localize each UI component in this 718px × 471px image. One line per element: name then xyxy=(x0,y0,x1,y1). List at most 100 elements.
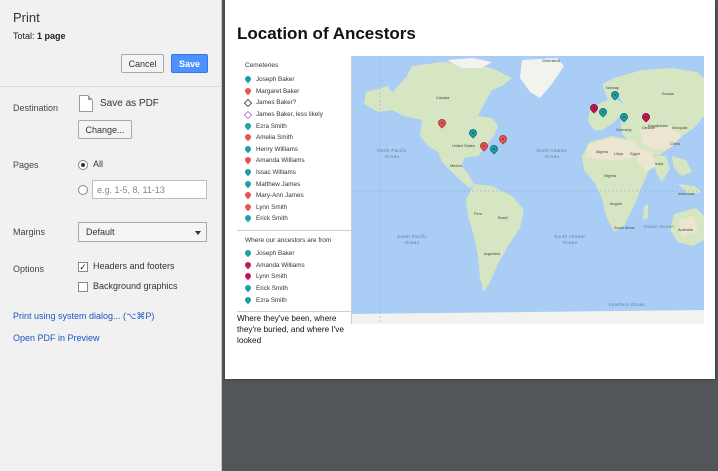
map-pin-icon xyxy=(245,123,251,130)
change-destination-button[interactable]: Change... xyxy=(78,120,132,139)
country-label: Mongolia xyxy=(672,126,688,130)
ocean-label: South Pacific Ocean xyxy=(396,234,428,245)
ocean-label: Indian Ocean xyxy=(643,224,675,229)
legend-item: Lynn Smith xyxy=(245,271,305,283)
world-map[interactable]: North Pacific Ocean North Atlantic Ocean… xyxy=(352,56,704,324)
legend-item-label: Joseph Baker xyxy=(256,250,295,258)
legend-item: Amelia Smith xyxy=(245,132,323,144)
country-label: China xyxy=(670,142,680,146)
total-label: Total: xyxy=(13,31,35,41)
cancel-button[interactable]: Cancel xyxy=(121,54,164,73)
ocean-label: South Atlantic Ocean xyxy=(554,234,586,245)
legend-list-origins: Joseph Baker Amanda Williams Lynn Smith Eri… xyxy=(245,248,305,306)
legend-item-label: Margaret Baker xyxy=(256,87,300,95)
pages-all-label: All xyxy=(93,159,104,169)
country-label: Libya xyxy=(614,152,624,156)
map-pin-icon xyxy=(245,215,251,222)
system-dialog-link[interactable]: Print using system dialog... (⌥⌘P) xyxy=(13,311,154,322)
pages-range-radio[interactable] xyxy=(78,185,88,195)
document-title: Location of Ancestors xyxy=(237,24,416,43)
pages-label: Pages xyxy=(13,160,39,170)
total-pages: Total: 1 page xyxy=(13,31,66,41)
country-label: Greenland xyxy=(542,59,560,63)
map-pin-icon xyxy=(245,88,251,95)
print-preview-page: Location of Ancestors Cemeteries Joseph … xyxy=(225,0,715,379)
map-pin-icon xyxy=(245,262,251,269)
legend-item: Joseph Baker xyxy=(245,74,323,86)
legend-item: Margaret Baker xyxy=(245,86,323,98)
map-pin-icon xyxy=(245,285,251,292)
ocean-label: North Pacific Ocean xyxy=(377,148,407,159)
legend-item: Mary-Ann James xyxy=(245,190,323,202)
country-label: Mexico xyxy=(450,164,463,168)
legend-item: Erick Smith xyxy=(245,283,305,295)
legend-item-label: Ezra Smith xyxy=(256,122,287,130)
country-label: Russia xyxy=(662,92,674,96)
legend-item-label: James Baker? xyxy=(256,99,297,107)
margins-select[interactable]: Default xyxy=(78,222,207,242)
legend-item: Issac Williams xyxy=(245,167,323,179)
country-label: Peru xyxy=(474,212,483,216)
country-label: South Africa xyxy=(614,226,635,230)
divider xyxy=(237,230,351,231)
legend-item-label: Amanda Williams xyxy=(256,157,305,165)
destination-label: Destination xyxy=(13,103,59,113)
background-graphics-checkbox[interactable] xyxy=(78,282,88,292)
country-label: Canada xyxy=(436,96,450,100)
legend-item: Lynn Smith xyxy=(245,202,323,214)
map-pin-icon xyxy=(245,169,251,176)
pdf-file-icon xyxy=(79,95,93,112)
map-pin-icon xyxy=(245,146,251,153)
print-settings-panel: Print Total: 1 page Cancel Save Destinat… xyxy=(0,0,222,471)
country-label: United States xyxy=(452,144,475,148)
print-title: Print xyxy=(13,10,40,25)
legend-item-label: Amelia Smith xyxy=(256,134,294,142)
legend-border xyxy=(351,56,352,324)
open-pdf-link[interactable]: Open PDF in Preview xyxy=(13,333,100,343)
legend-item-label: Ezra Smith xyxy=(256,296,287,304)
country-label: Nigeria xyxy=(604,174,617,178)
country-label: Brazil xyxy=(498,216,508,220)
country-label: Norway xyxy=(606,86,619,90)
map-pin-icon xyxy=(245,157,251,164)
diamond-marker-icon xyxy=(243,110,253,119)
map-caption: Where they've been, where they're buried… xyxy=(237,314,344,345)
margins-label: Margins xyxy=(13,227,46,237)
legend-list-cemeteries: Joseph Baker Margaret Baker James Baker? Ja… xyxy=(243,74,323,225)
legend-section-title: Where our ancestors are from xyxy=(245,237,332,244)
background-graphics-label: Background graphics xyxy=(93,281,178,291)
headers-footers-label: Headers and footers xyxy=(93,261,175,271)
country-label: Egypt xyxy=(630,152,640,156)
headers-footers-checkbox[interactable]: ✓ xyxy=(78,262,88,272)
save-button[interactable]: Save xyxy=(171,54,208,73)
divider xyxy=(237,311,351,312)
country-label: India xyxy=(655,162,664,166)
legend-item-label: Amanda Williams xyxy=(256,261,305,269)
legend-item: James Baker, less likely xyxy=(243,109,323,121)
map-pin-icon xyxy=(245,192,251,199)
country-label: Germany xyxy=(616,128,632,132)
country-label: Argentina xyxy=(484,252,501,256)
madagascar-shape xyxy=(643,204,648,220)
pages-range-input[interactable] xyxy=(92,180,207,199)
country-label: Australia xyxy=(678,228,693,232)
country-label: Angola xyxy=(610,202,622,206)
canada-shape xyxy=(388,62,512,122)
antarctica-shape xyxy=(352,310,704,324)
country-label: Algeria xyxy=(596,150,608,154)
legend-item: Ezra Smith xyxy=(245,294,305,306)
divider xyxy=(0,86,222,87)
legend-item: Amanda Williams xyxy=(245,260,305,272)
options-label: Options xyxy=(13,264,45,274)
map-legend: Cemeteries Joseph Baker Margaret Baker Jam… xyxy=(237,56,351,312)
legend-item: Henry Williams xyxy=(245,144,323,156)
legend-item-label: Matthew James xyxy=(256,180,301,188)
legend-item-label: Mary-Ann James xyxy=(256,192,304,200)
india-shape xyxy=(652,156,670,182)
ocean-label: Southern Ocean xyxy=(608,302,646,307)
mexico-shape xyxy=(438,152,474,188)
legend-item-label: Lynn Smith xyxy=(256,203,288,211)
pages-all-radio[interactable] xyxy=(78,160,88,170)
legend-section-title: Cemeteries xyxy=(245,62,279,69)
map-pin-icon xyxy=(245,250,251,257)
